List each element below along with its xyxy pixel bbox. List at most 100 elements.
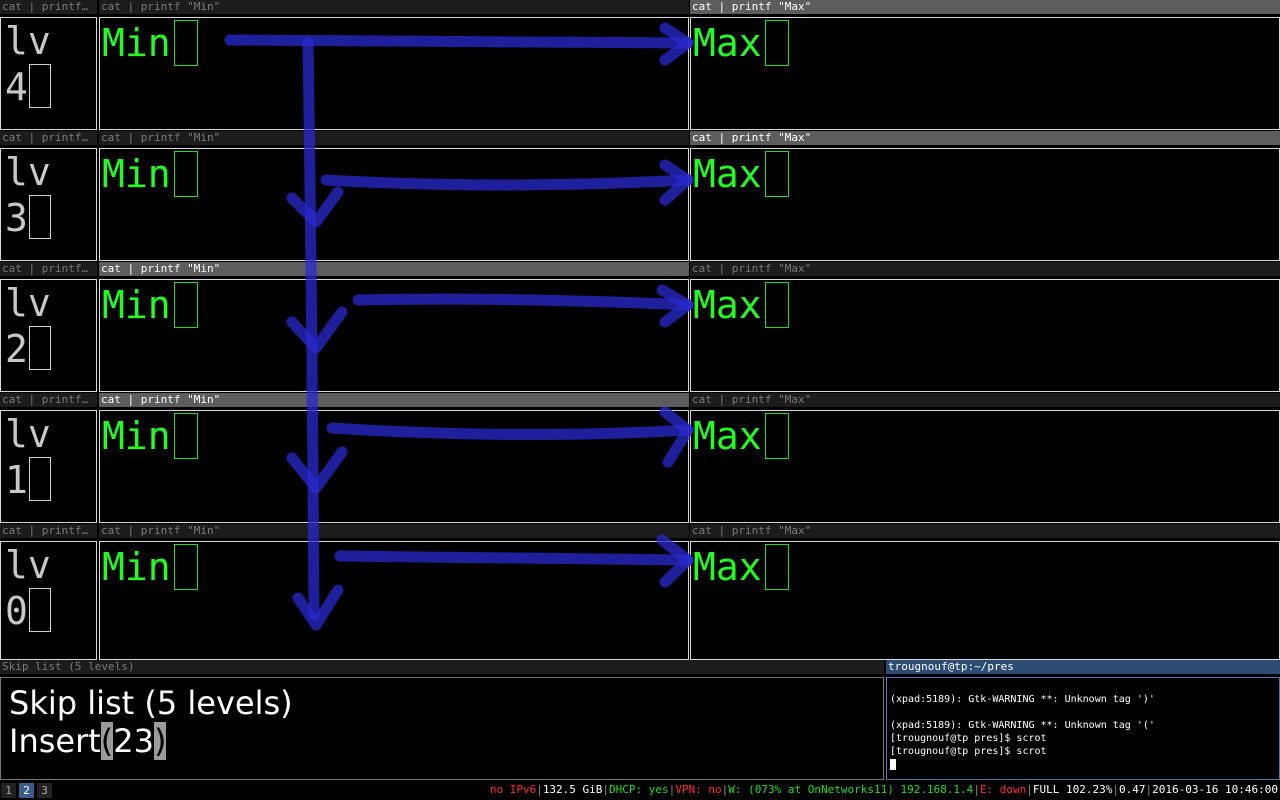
max-window-1[interactable]: cat | printf "Max" Max	[690, 393, 1280, 523]
level-label-text: lv	[5, 543, 51, 587]
level-window-0[interactable]: cat | printf… lv 0	[0, 524, 97, 660]
max-window-title: cat | printf "Max"	[690, 393, 1280, 407]
text-cursor	[764, 544, 789, 590]
workspace-1[interactable]: 1	[1, 783, 16, 798]
min-label: Min	[102, 545, 171, 589]
level-window-title: cat | printf…	[0, 262, 97, 276]
text-cursor	[173, 282, 198, 328]
text-cursor	[173, 413, 198, 459]
status-ipv6: no IPv6	[489, 783, 537, 796]
level-number: 0	[5, 589, 28, 633]
level-window-title: cat | printf…	[0, 131, 97, 145]
min-label: Min	[102, 21, 171, 65]
workspace-2[interactable]: 2	[19, 783, 34, 798]
text-cursor	[28, 588, 51, 632]
status-dhcp: DHCP: yes	[609, 783, 669, 796]
level-window-1[interactable]: cat | printf… lv 1	[0, 393, 97, 523]
max-label: Max	[693, 283, 762, 327]
min-window-4[interactable]: cat | printf "Min" Min	[99, 0, 689, 130]
max-node: Max	[693, 151, 789, 197]
max-label: Max	[693, 545, 762, 589]
max-node: Max	[693, 413, 789, 459]
status-items: no IPv6|132.5 GiB|DHCP: yes|VPN: no|W: (…	[489, 783, 1278, 796]
text-cursor	[764, 20, 789, 66]
level-label-text: lv	[5, 150, 51, 194]
main-line2: Insert(23)	[9, 722, 293, 760]
level-label: lv 2	[5, 280, 51, 372]
min-window-3[interactable]: cat | printf "Min" Min	[99, 131, 689, 261]
paren-open: (	[100, 722, 114, 760]
min-window-title: cat | printf "Min"	[99, 131, 689, 145]
text-cursor	[28, 457, 51, 501]
paren-close: )	[153, 722, 167, 760]
level-label: lv 4	[5, 18, 51, 110]
min-node: Min	[102, 544, 198, 590]
max-label: Max	[693, 21, 762, 65]
terminal-line: [trougnouf@tp pres]$ scrot	[890, 733, 1047, 744]
status-datetime: 2016-03-16 10:46:00	[1152, 783, 1278, 796]
level-number: 2	[5, 327, 28, 371]
text-cursor	[764, 151, 789, 197]
level-label-text: lv	[5, 412, 51, 456]
text-cursor	[28, 64, 51, 108]
min-window-title: cat | printf "Min"	[99, 524, 689, 538]
max-label: Max	[693, 414, 762, 458]
min-node: Min	[102, 282, 198, 328]
level-label: lv 0	[5, 542, 51, 634]
max-label: Max	[693, 152, 762, 196]
min-window-0[interactable]: cat | printf "Min" Min	[99, 524, 689, 660]
level-window-2[interactable]: cat | printf… lv 2	[0, 262, 97, 392]
level-label: lv 3	[5, 149, 51, 241]
terminal-line: (xpad:5189): Gtk-WARNING **: Unknown tag…	[890, 694, 1155, 705]
level-label-text: lv	[5, 19, 51, 63]
min-window-1[interactable]: cat | printf "Min" Min	[99, 393, 689, 523]
max-window-0[interactable]: cat | printf "Max" Max	[690, 524, 1280, 660]
min-node: Min	[102, 151, 198, 197]
terminal-line: [trougnouf@tp pres]$ scrot	[890, 746, 1047, 757]
text-cursor	[28, 195, 51, 239]
min-window-title: cat | printf "Min"	[99, 393, 689, 407]
terminal-output[interactable]: (xpad:5189): Gtk-WARNING **: Unknown tag…	[890, 680, 1155, 771]
max-window-title: cat | printf "Max"	[690, 0, 1280, 14]
main-window-title: Skip list (5 levels)	[0, 660, 884, 674]
text-cursor	[764, 282, 789, 328]
terminal-window[interactable]: trougnouf@tp:~/pres (xpad:5189): Gtk-WAR…	[886, 660, 1280, 780]
level-window-3[interactable]: cat | printf… lv 3	[0, 131, 97, 261]
text-cursor	[173, 151, 198, 197]
status-battery: FULL 102.23%	[1032, 783, 1113, 796]
min-node: Min	[102, 20, 198, 66]
min-label: Min	[102, 414, 171, 458]
min-node: Min	[102, 413, 198, 459]
min-window-title: cat | printf "Min"	[99, 0, 689, 14]
main-text: Skip list (5 levels) Insert(23)	[9, 684, 293, 760]
min-window-2[interactable]: cat | printf "Min" Min	[99, 262, 689, 392]
status-wifi: W: (073% at OnNetworks11) 192.168.1.4	[728, 783, 974, 796]
text-cursor	[173, 544, 198, 590]
min-label: Min	[102, 152, 171, 196]
level-window-title: cat | printf…	[0, 393, 97, 407]
max-window-title: cat | printf "Max"	[690, 262, 1280, 276]
workspace-3[interactable]: 3	[37, 783, 52, 798]
max-window-title: cat | printf "Max"	[690, 131, 1280, 145]
status-bar: 1 2 3 no IPv6|132.5 GiB|DHCP: yes|VPN: n…	[0, 780, 1280, 800]
terminal-line: (xpad:5189): Gtk-WARNING **: Unknown tag…	[890, 720, 1155, 731]
status-vpn: VPN: no	[675, 783, 722, 796]
terminal-prompt-cursor[interactable]	[890, 758, 1155, 771]
level-window-title: cat | printf…	[0, 0, 97, 14]
max-window-title: cat | printf "Max"	[690, 524, 1280, 538]
level-label: lv 1	[5, 411, 51, 503]
max-window-2[interactable]: cat | printf "Max" Max	[690, 262, 1280, 392]
status-load: 0.47	[1119, 783, 1146, 796]
min-window-title: cat | printf "Min"	[99, 262, 689, 276]
max-window-3[interactable]: cat | printf "Max" Max	[690, 131, 1280, 261]
main-window[interactable]: Skip list (5 levels) Skip list (5 levels…	[0, 660, 884, 780]
max-window-4[interactable]: cat | printf "Max" Max	[690, 0, 1280, 130]
min-label: Min	[102, 283, 171, 327]
insert-word: Insert	[9, 722, 101, 760]
level-window-4[interactable]: cat | printf… lv 4	[0, 0, 97, 130]
level-number: 3	[5, 196, 28, 240]
text-cursor	[28, 326, 51, 370]
status-disk: 132.5 GiB	[542, 783, 603, 796]
